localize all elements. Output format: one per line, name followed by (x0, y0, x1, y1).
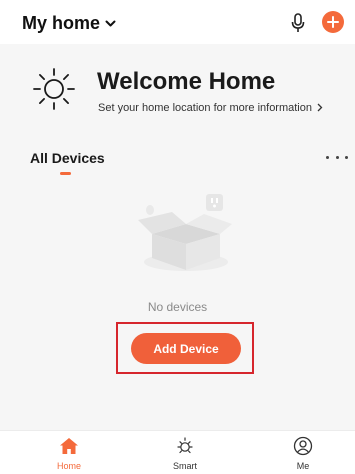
chevron-down-icon (105, 15, 116, 33)
no-devices-text: No devices (147, 300, 208, 314)
add-icon[interactable] (322, 11, 344, 33)
welcome-section: Welcome Home Set your home location for … (0, 44, 355, 140)
home-selector-label: My home (22, 13, 101, 33)
sun-icon (33, 68, 75, 110)
more-options-icon[interactable] (326, 150, 348, 164)
set-location-link[interactable]: Set your home location for more informat… (98, 99, 323, 117)
user-icon (293, 436, 313, 456)
tab-smart-label: Smart (172, 461, 197, 471)
home-screen: My home Welcome Home Set your home locat… (0, 0, 355, 474)
set-location-text: Set your home location for more informat… (98, 102, 312, 114)
welcome-title: Welcome Home (97, 68, 276, 95)
tab-home[interactable]: Home (39, 436, 99, 474)
chevron-right-icon (317, 99, 323, 117)
top-bar: My home (0, 0, 355, 44)
sun-icon (175, 436, 195, 456)
tab-home-label: Home (56, 461, 81, 471)
tab-me[interactable]: Me (273, 436, 333, 474)
active-tab-indicator (60, 172, 71, 175)
tab-all-devices[interactable]: All Devices (30, 150, 105, 166)
add-device-button[interactable]: Add Device (131, 333, 241, 364)
empty-box-illustration (138, 194, 232, 271)
tab-smart[interactable]: Smart (155, 436, 215, 474)
microphone-icon[interactable] (289, 12, 307, 34)
bottom-tab-bar: Home Smart Me (0, 430, 355, 474)
home-selector[interactable]: My home (22, 13, 116, 34)
home-icon (59, 436, 79, 456)
tab-me-label: Me (296, 461, 310, 471)
